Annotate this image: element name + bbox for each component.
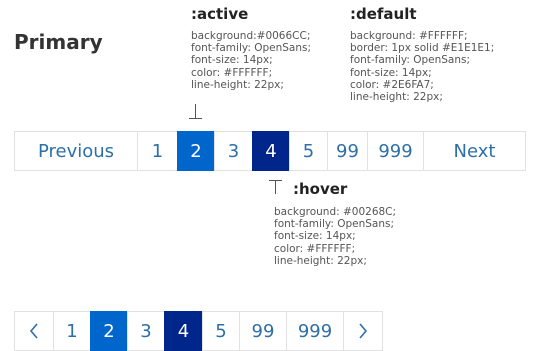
- next-arrow-button[interactable]: [343, 311, 383, 351]
- spec-line: font-family: OpenSans;: [191, 42, 312, 55]
- prev-arrow-button[interactable]: [14, 311, 54, 351]
- spec-line: background: #00268C;: [274, 206, 397, 218]
- chevron-left-icon: [29, 323, 38, 339]
- chevron-right-icon: [359, 323, 368, 339]
- hover-state-title: :hover: [293, 180, 348, 198]
- spec-line: background:#0066CC;: [191, 30, 311, 42]
- page-999-button[interactable]: 999: [367, 131, 424, 171]
- spec-line: line-height: 22px;: [191, 78, 284, 91]
- pagination-full: Previous 1 2 3 4 5 99 999 Next: [14, 131, 526, 171]
- active-pointer-line: [195, 104, 196, 118]
- hover-pointer-line: [275, 180, 276, 194]
- active-pointer-bar: [189, 118, 202, 119]
- spec-line: font-size: 14px;: [191, 54, 273, 67]
- page-4-button-hover[interactable]: 4: [164, 311, 203, 351]
- spec-line: color: #2E6FA7;: [350, 78, 434, 91]
- page-5-button[interactable]: 5: [202, 311, 240, 351]
- page-4-button-hover[interactable]: 4: [252, 131, 290, 171]
- page-2-button-active[interactable]: 2: [90, 311, 128, 351]
- default-state-spec: background: #FFFFFF; border: 1px solid #…: [350, 30, 494, 103]
- active-state-title: :active: [191, 5, 249, 23]
- page-1-button[interactable]: 1: [53, 311, 91, 351]
- page-5-button[interactable]: 5: [289, 131, 328, 171]
- page-1-button[interactable]: 1: [137, 131, 178, 171]
- spec-line: font-size: 14px;: [274, 230, 356, 243]
- page-99-button[interactable]: 99: [327, 131, 368, 171]
- page-999-button[interactable]: 999: [286, 311, 344, 351]
- page-2-button-active[interactable]: 2: [177, 131, 215, 171]
- page-3-button[interactable]: 3: [214, 131, 253, 171]
- spec-line: font-family: OpenSans;: [274, 218, 395, 231]
- next-button[interactable]: Next: [423, 131, 526, 171]
- spec-line: color: #FFFFFF;: [274, 242, 356, 255]
- spec-line: border: 1px solid #E1E1E1;: [350, 42, 495, 55]
- spec-line: line-height: 22px;: [274, 254, 367, 267]
- spec-line: font-family: OpenSans;: [350, 54, 471, 67]
- page-3-button[interactable]: 3: [127, 311, 165, 351]
- page-title: Primary: [14, 30, 103, 54]
- pagination-compact: 1 2 3 4 5 99 999: [14, 311, 383, 351]
- page-99-button[interactable]: 99: [239, 311, 287, 351]
- spec-line: line-height: 22px;: [350, 91, 443, 104]
- previous-button[interactable]: Previous: [14, 131, 138, 171]
- spec-line: font-size: 14px;: [350, 66, 432, 79]
- hover-state-spec: background: #00268C; font-family: OpenSa…: [274, 206, 396, 267]
- default-state-title: :default: [350, 5, 417, 23]
- active-state-spec: background:#0066CC; font-family: OpenSan…: [191, 30, 311, 91]
- spec-line: background: #FFFFFF;: [350, 30, 468, 42]
- spec-line: color: #FFFFFF;: [191, 66, 273, 79]
